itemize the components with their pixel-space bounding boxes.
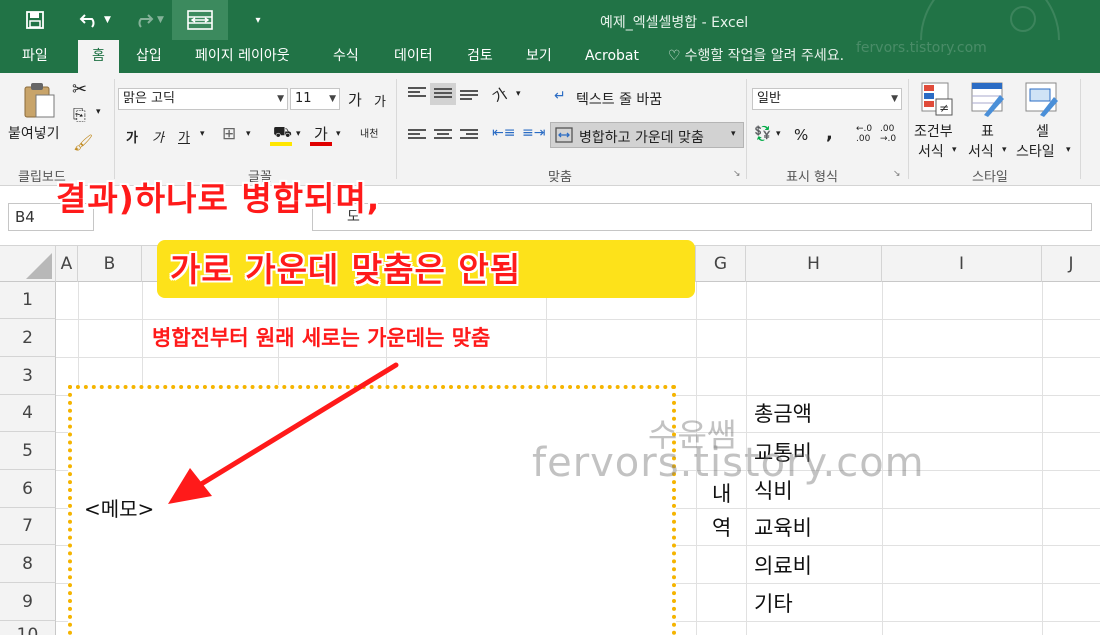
arrow-head-icon	[168, 468, 212, 504]
annotation-arrow	[168, 362, 399, 504]
